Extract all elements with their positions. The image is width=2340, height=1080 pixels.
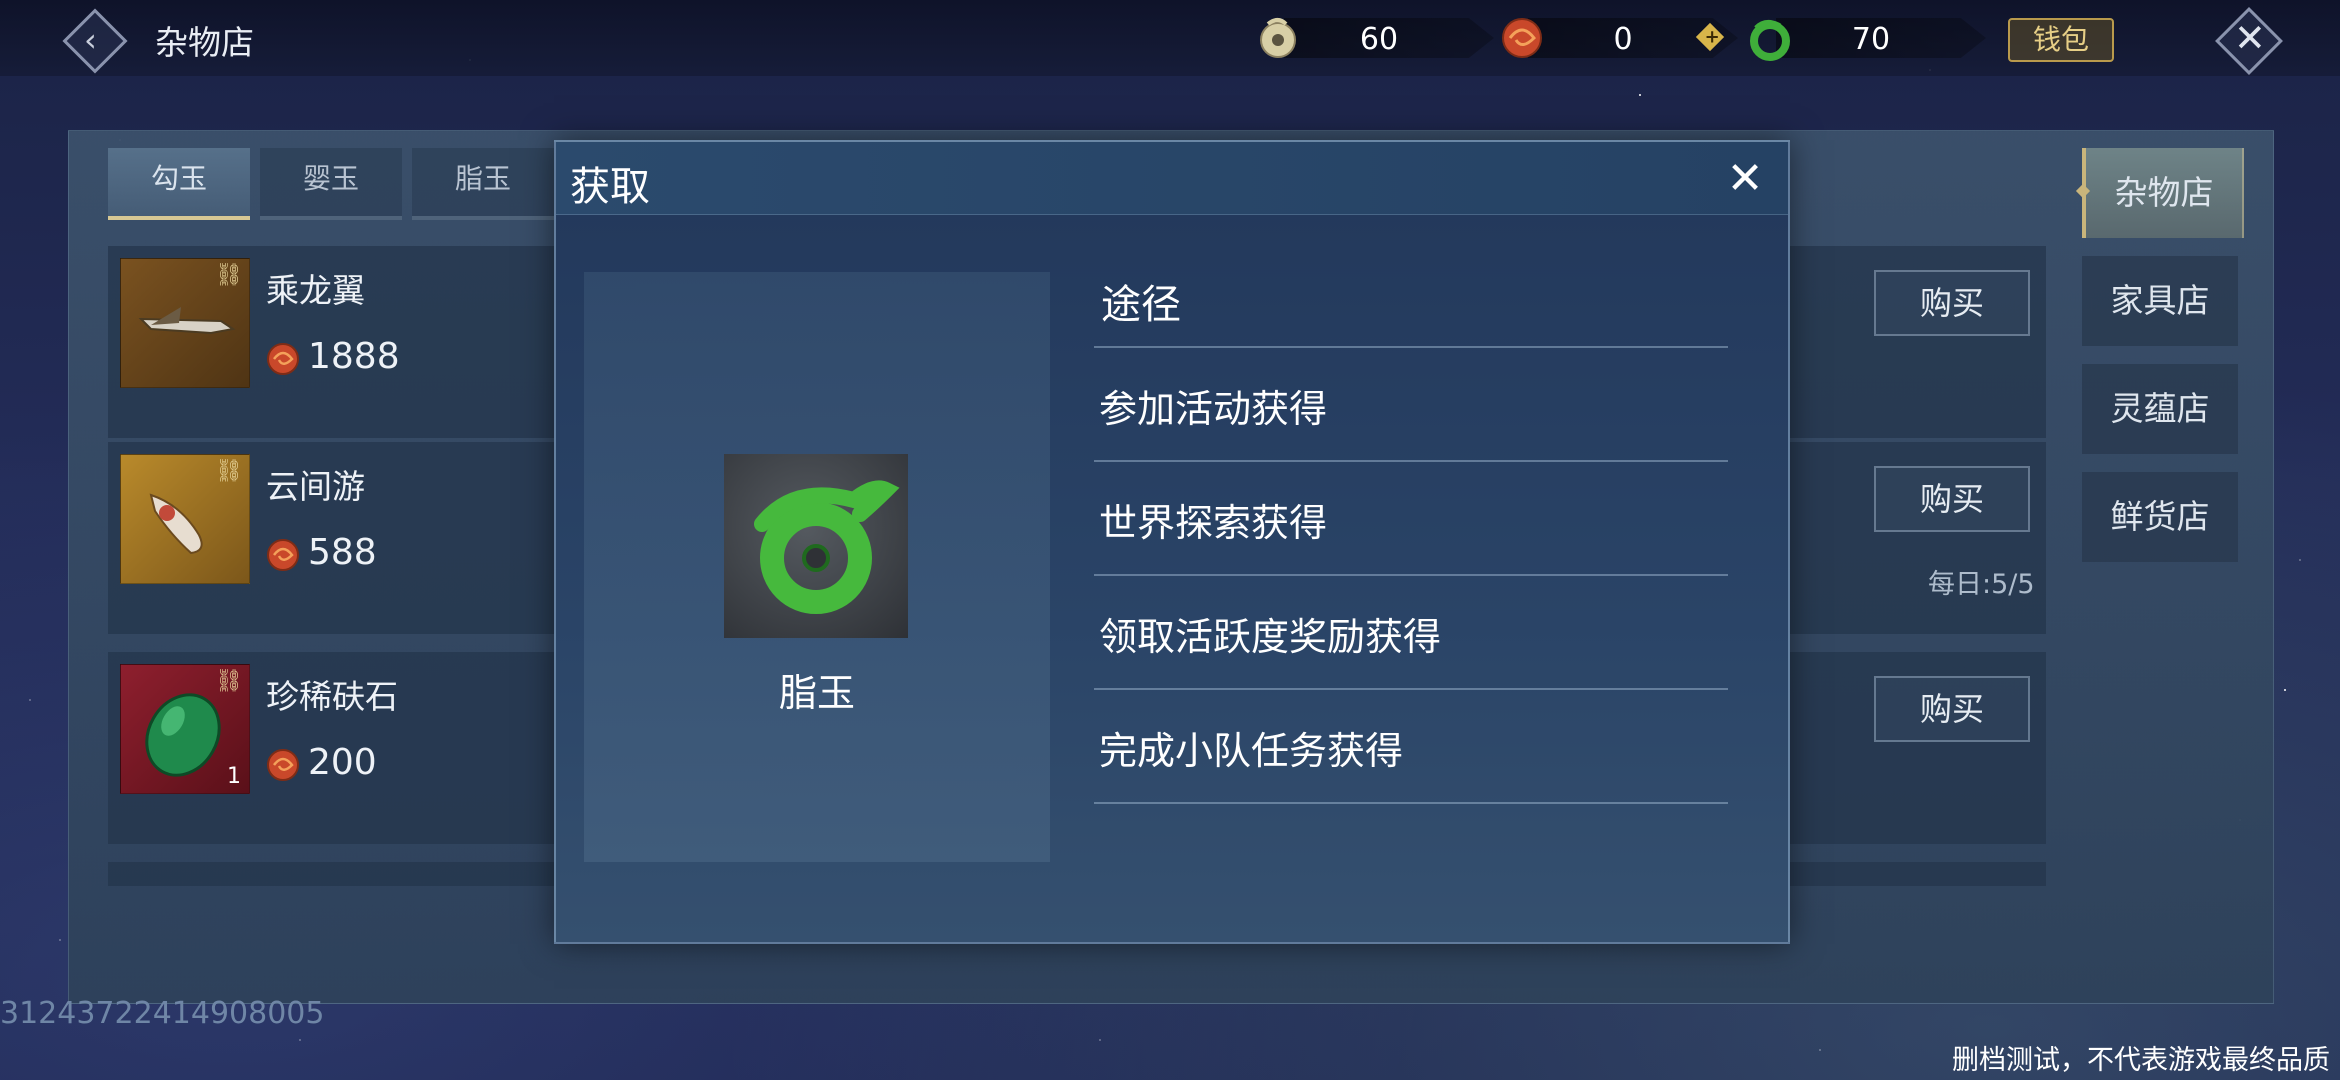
daily-limit: 每日:5/5 [1928,569,2035,600]
divider [1094,688,1728,690]
wallet-button[interactable]: 钱包 [2008,18,2114,62]
tab-gouyu[interactable]: 勾玉 [108,148,250,220]
nav-general-store[interactable]: 杂物店 [2082,148,2244,238]
page-title: 杂物店 [155,23,254,62]
price-value: 200 [308,742,377,783]
link-icon: ⛓ [215,263,243,288]
route-item[interactable]: 世界探索获得 [1099,492,1327,547]
item-thumbnail[interactable]: ⛓ [120,454,250,584]
jade-coin-icon [1260,18,1296,58]
divider [1094,460,1728,462]
price-value: 1888 [308,336,400,377]
route-item[interactable]: 完成小队任务获得 [1099,720,1403,775]
red-coin-icon [267,343,299,375]
route-item[interactable]: 参加活动获得 [1099,378,1327,433]
resource-value: 70 [1851,22,1891,57]
link-icon: ⛓ [215,459,243,484]
close-icon: ✕ [1726,153,1764,204]
dialog-header: 获取 ✕ [556,142,1788,215]
divider [1094,574,1728,576]
zhiyu-icon [724,454,908,638]
price-value: 588 [308,532,377,573]
resource-value: 0 [1613,22,1633,57]
item-quantity: 1 [227,764,241,789]
dialog-title: 获取 [570,164,650,210]
item-preview-card: 脂玉 [584,272,1050,862]
red-coin-icon [267,749,299,781]
chevron-left-icon: ‹ [84,21,97,59]
divider [1094,346,1728,348]
tab-yingyu[interactable]: 婴玉 [260,148,402,220]
nav-lingyun-store[interactable]: 灵蕴店 [2082,364,2238,454]
link-icon: ⛓ [215,669,243,694]
item-name: 珍稀砆石 [266,677,398,716]
buy-button[interactable]: 购买 [1874,270,2030,336]
close-shop-button[interactable]: ✕ [2215,7,2283,75]
item-name: 云间游 [266,467,365,506]
tab-zhiyu[interactable]: 脂玉 [412,148,554,220]
red-coin-icon [1502,18,1542,58]
item-thumbnail[interactable]: ⛓ 1 [120,664,250,794]
routes-header-text: 途径 [1101,282,1181,328]
divider [1094,802,1728,804]
dialog-close-button[interactable]: ✕ [1722,156,1768,202]
nav-fresh-goods-store[interactable]: 鲜货店 [2082,472,2238,562]
test-disclaimer: 删档测试，不代表游戏最终品质 [1952,1045,2330,1076]
item-name: 乘龙翼 [266,271,365,310]
item-label: 脂玉 [778,671,855,715]
red-coin-icon [267,539,299,571]
buy-button[interactable]: 购买 [1874,466,2030,532]
green-jade-icon [1750,20,1790,61]
nav-furniture-store[interactable]: 家具店 [2082,256,2238,346]
route-item[interactable]: 领取活跃度奖励获得 [1099,606,1441,661]
top-bar: ‹ 杂物店 60 0 + 70 钱包 ✕ [0,0,2340,76]
resource-value: 60 [1359,22,1399,57]
back-button[interactable]: ‹ [62,8,128,74]
item-thumbnail[interactable]: ⛓ [120,258,250,388]
buy-button[interactable]: 购买 [1874,676,2030,742]
user-id: 31243722414908005 [0,996,325,1031]
close-icon: ✕ [2234,16,2266,60]
